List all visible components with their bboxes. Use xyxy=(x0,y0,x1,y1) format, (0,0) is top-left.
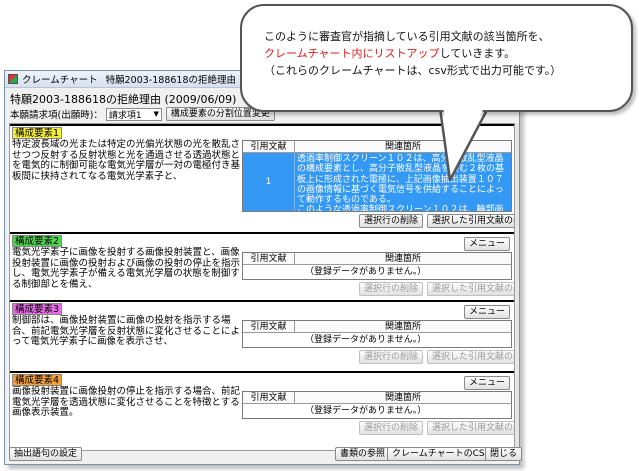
callout-pointer-seam xyxy=(443,106,485,172)
